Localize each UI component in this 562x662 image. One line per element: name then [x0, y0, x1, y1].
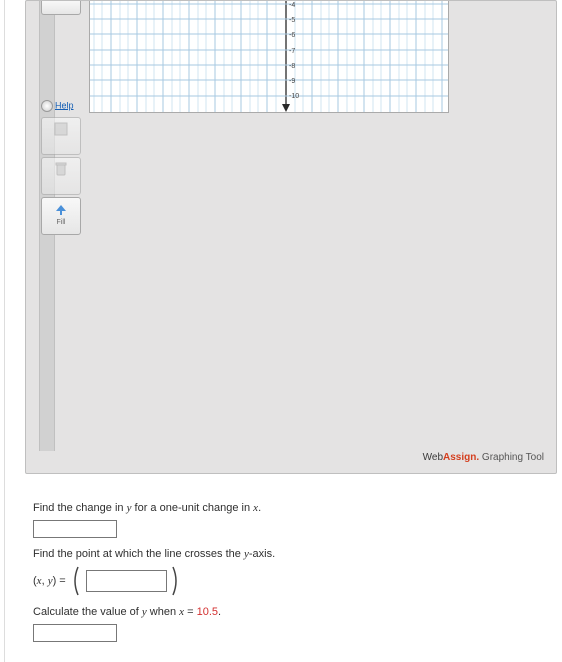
toolbar — [41, 1, 81, 17]
q2-row: (x, y) = — [33, 566, 562, 596]
line-icon — [53, 121, 69, 137]
svg-text:-4: -4 — [289, 2, 295, 9]
svg-text:-9: -9 — [289, 78, 295, 85]
fill-tool-label: Fill — [42, 219, 80, 226]
svg-text:-8: -8 — [289, 63, 295, 70]
page-container: -4 -5 -6 -7 -8 -9 -10 Help — [4, 0, 562, 662]
coordinate-grid[interactable]: -4 -5 -6 -7 -8 -9 -10 — [89, 1, 449, 113]
q1-text: Find the change in y for a one-unit chan… — [33, 502, 562, 514]
svg-text:-10: -10 — [289, 93, 299, 100]
line-tool[interactable] — [41, 117, 81, 155]
delete-tool[interactable] — [41, 157, 81, 195]
q2-lhs: (x, y) = — [33, 575, 66, 587]
grid-svg: -4 -5 -6 -7 -8 -9 -10 — [90, 1, 448, 112]
brand-label: WebAssign. Graphing Tool — [423, 452, 544, 463]
graph-panel: -4 -5 -6 -7 -8 -9 -10 Help — [25, 0, 557, 474]
q3-text: Calculate the value of y when x = 10.5. — [33, 606, 562, 618]
grid-tool[interactable] — [41, 1, 81, 15]
left-paren-icon — [70, 566, 82, 596]
q2-input[interactable] — [86, 570, 167, 592]
svg-text:-6: -6 — [289, 32, 295, 39]
svg-text:-5: -5 — [289, 17, 295, 24]
trash-icon — [53, 161, 69, 177]
fill-tool[interactable]: Fill — [41, 197, 81, 235]
toolbar-lower: Fill — [41, 115, 81, 237]
right-paren-icon — [171, 566, 183, 596]
questions: Find the change in y for a one-unit chan… — [33, 502, 562, 642]
fill-icon — [53, 201, 69, 217]
q1-input[interactable] — [33, 520, 117, 538]
help-link[interactable]: Help — [41, 100, 74, 112]
svg-text:-7: -7 — [289, 48, 295, 55]
q3-input[interactable] — [33, 624, 117, 642]
q2-text: Find the point at which the line crosses… — [33, 548, 562, 560]
